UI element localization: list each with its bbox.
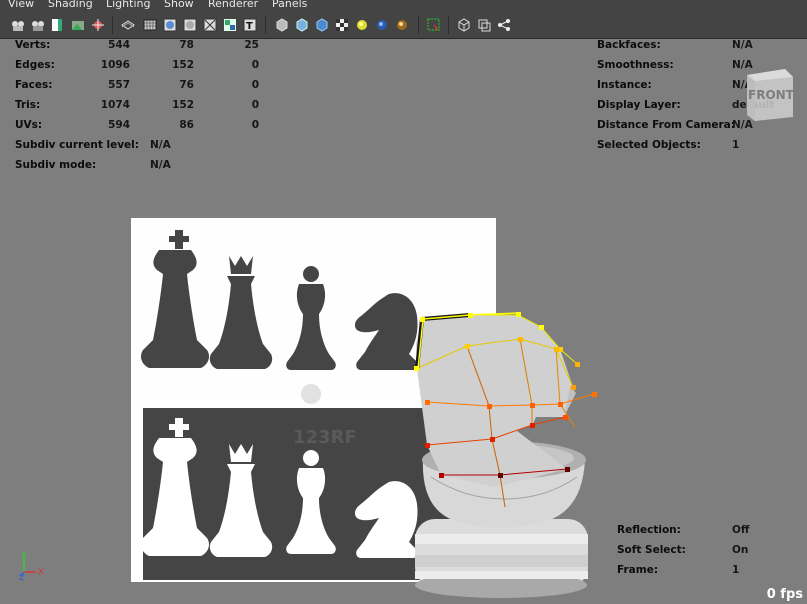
hud-display-layer-label: Display Layer: [597, 99, 681, 111]
hud-subdiv-level-value: N/A [150, 139, 171, 151]
hud-selected-objects-label: Selected Objects: [597, 139, 701, 151]
hud-subdiv-mode-value: N/A [150, 159, 171, 171]
watermark-text: 123RF [293, 427, 357, 448]
hud-faces-value-3: 0 [251, 79, 259, 91]
hud-faces-label: Faces: [15, 79, 53, 91]
grid-toggle-icon[interactable] [90, 17, 106, 33]
hud-faces-value-1: 557 [108, 79, 130, 91]
hud-tris-value-3: 0 [251, 99, 259, 111]
axis-gizmo: y x z [19, 549, 44, 583]
axis-x-label: x [38, 566, 44, 577]
share-icon[interactable] [496, 17, 512, 33]
hud-edges-value-1: 1096 [100, 59, 130, 71]
hud-backfaces-label: Backfaces: [597, 39, 661, 51]
hud-instance-label: Instance: [597, 79, 652, 91]
use-lights-icon[interactable] [294, 17, 310, 33]
hud-uvs-value-3: 0 [251, 119, 259, 131]
svg-text:T: T [246, 21, 253, 32]
axis-y-label: y [21, 549, 27, 560]
wireframe-icon[interactable] [120, 17, 136, 33]
menu-show[interactable]: Show [164, 0, 194, 11]
hud-edges-value-3: 0 [251, 59, 259, 71]
menu-shading[interactable]: Shading [48, 0, 93, 11]
hud-soft-select-label: Soft Select: [617, 544, 686, 556]
hud-edges-value-2: 152 [172, 59, 194, 71]
hud-tris-label: Tris: [15, 99, 41, 111]
hud-backfaces-value: N/A [732, 39, 753, 51]
highlight-icon[interactable] [354, 17, 370, 33]
wireframe-on-shaded-icon[interactable] [142, 17, 158, 33]
menu-renderer[interactable]: Renderer [208, 0, 258, 11]
menu-panels[interactable]: Panels [272, 0, 307, 11]
camera-lock-icon[interactable] [30, 17, 46, 33]
hud-soft-select-value: On [732, 544, 749, 556]
hud-edges-label: Edges: [15, 59, 55, 71]
panel-toolbar: T [0, 12, 807, 39]
camera-select-icon[interactable] [10, 17, 26, 33]
hud-tris-value-2: 152 [172, 99, 194, 111]
hud-smoothness-label: Smoothness: [597, 59, 674, 71]
hud-selected-objects-value: 1 [732, 139, 740, 151]
hud-distance-label: Distance From Camera: [597, 119, 735, 131]
ambient-occlusion-icon[interactable] [456, 17, 472, 33]
film-gate-icon[interactable] [394, 17, 410, 33]
fps-counter: 0 fps [766, 587, 803, 602]
hud-frame-label: Frame: [617, 564, 659, 576]
hud-verts-label: Verts: [15, 39, 51, 51]
hud-subdiv-level-label: Subdiv current level: [15, 139, 139, 151]
shadow-icon[interactable] [314, 17, 330, 33]
hud-uvs-value-2: 86 [179, 119, 194, 131]
grease-pencil-icon[interactable] [426, 17, 442, 33]
hud-uvs-label: UVs: [15, 119, 43, 131]
hud-reflection-value: Off [732, 524, 750, 536]
hud-faces-value-2: 76 [179, 79, 194, 91]
isolate-select-icon[interactable] [334, 17, 350, 33]
anti-alias-icon[interactable] [476, 17, 492, 33]
view-cube-label: FRONT [748, 88, 794, 102]
hud-subdiv-mode-label: Subdiv mode: [15, 159, 97, 171]
hud-uvs-value-1: 594 [108, 119, 130, 131]
menu-view[interactable]: View [8, 0, 34, 11]
hud-verts-value-2: 78 [179, 39, 194, 51]
hud-frame-value: 1 [732, 564, 740, 576]
xray-icon[interactable]: T [242, 17, 258, 33]
default-material-icon[interactable] [274, 17, 290, 33]
perspective-viewport[interactable]: 123RF Verts: 544 78 25 Edges: 1096 152 0… [0, 39, 807, 604]
knight-head-mesh[interactable] [416, 315, 576, 487]
smooth-shade-icon[interactable] [162, 17, 178, 33]
hud-verts-value-3: 25 [244, 39, 259, 51]
hud-tris-value-1: 1074 [100, 99, 130, 111]
hud-reflection-label: Reflection: [617, 524, 681, 536]
axis-z-label: z [19, 572, 24, 583]
flat-shade-icon[interactable] [182, 17, 198, 33]
image-plane-icon[interactable] [70, 17, 86, 33]
hud-verts-value-1: 544 [108, 39, 130, 51]
bookmark-icon[interactable] [50, 17, 66, 33]
menu-lighting[interactable]: Lighting [106, 0, 150, 11]
resolution-gate-icon[interactable] [374, 17, 390, 33]
knight-mesh-model[interactable] [405, 259, 610, 599]
bounding-box-icon[interactable] [202, 17, 218, 33]
texture-icon[interactable] [222, 17, 238, 33]
menu-bar: View Shading Lighting Show Renderer Pane… [0, 0, 807, 12]
